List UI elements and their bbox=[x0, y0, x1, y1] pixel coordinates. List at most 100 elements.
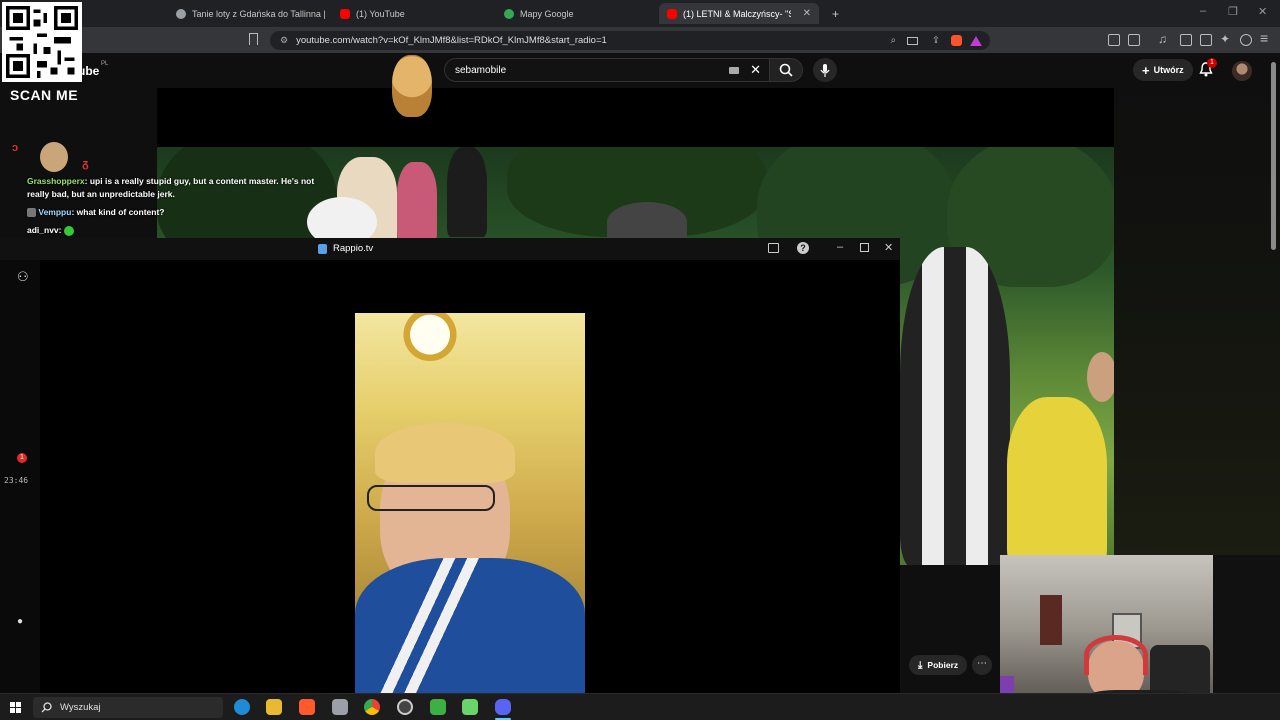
tracksuit bbox=[355, 558, 585, 693]
game-launcher-icon[interactable] bbox=[430, 699, 446, 715]
microphone-icon bbox=[820, 63, 830, 77]
bookmark-icon[interactable] bbox=[249, 33, 258, 45]
edge-browser-icon[interactable] bbox=[234, 699, 250, 715]
new-tab-button[interactable]: + bbox=[824, 3, 844, 24]
music-icon[interactable]: ♫ bbox=[1158, 32, 1167, 46]
page-scrollbar[interactable] bbox=[1271, 62, 1276, 250]
recommendations-panel bbox=[1114, 88, 1280, 558]
screenshot-icon[interactable] bbox=[1128, 34, 1140, 46]
add-user-icon[interactable]: ⚇ bbox=[17, 269, 29, 285]
extensions-icon[interactable] bbox=[1108, 34, 1120, 46]
glasses bbox=[367, 485, 495, 511]
minimize-icon[interactable]: – bbox=[1200, 5, 1206, 17]
tab-active-video[interactable]: (1) LETNI & Malczyńscy- "SEBAM ✕ bbox=[659, 3, 819, 24]
help-icon[interactable]: ? bbox=[797, 242, 809, 254]
chat-message: Grasshopperx: upi is a really stupid guy… bbox=[27, 176, 315, 199]
youtube-icon bbox=[340, 8, 350, 19]
tab-google-maps[interactable]: Mapy Google bbox=[496, 3, 656, 24]
qr-code bbox=[2, 2, 82, 82]
tab-label: Tanie loty z Gdańska do Tallinna | Wi bbox=[192, 8, 328, 19]
file-explorer-icon[interactable] bbox=[266, 699, 282, 715]
youtube-icon bbox=[667, 8, 677, 19]
scene-cap bbox=[607, 202, 687, 242]
windows-start-icon[interactable] bbox=[10, 702, 21, 713]
overlay-fragment bbox=[1000, 676, 1014, 693]
site-settings-icon[interactable]: ⚙ bbox=[280, 35, 288, 46]
sidebar-icon[interactable] bbox=[1180, 34, 1192, 46]
rappio-window-titlebar[interactable]: Rappio.tv ? – ✕ bbox=[0, 238, 900, 260]
share-icon[interactable]: ⇪ bbox=[932, 35, 940, 46]
terminal-icon[interactable] bbox=[332, 699, 348, 715]
emote-glyph: ↄ bbox=[12, 142, 19, 154]
chrome-icon[interactable] bbox=[364, 699, 380, 715]
user-badge-icon bbox=[27, 208, 36, 218]
leo-ai-icon[interactable]: ✦ bbox=[1220, 32, 1230, 46]
brave-rewards-icon[interactable] bbox=[970, 35, 982, 46]
minimize-icon[interactable]: – bbox=[837, 241, 843, 253]
discord-icon[interactable] bbox=[495, 699, 511, 715]
address-bar[interactable]: ⚙ youtube.com/watch?v=kOf_KlmJMf8&list=R… bbox=[270, 31, 990, 50]
region-code: PL bbox=[101, 61, 109, 67]
cast-icon[interactable] bbox=[907, 36, 918, 45]
search-button[interactable] bbox=[769, 58, 803, 82]
scan-me-label: SCAN ME bbox=[10, 87, 79, 103]
search-icon bbox=[41, 702, 52, 713]
wall-poster bbox=[1040, 595, 1062, 645]
keyboard-icon[interactable] bbox=[729, 67, 739, 74]
brave-browser-icon[interactable] bbox=[299, 699, 315, 715]
streamlabs-icon[interactable] bbox=[462, 699, 478, 715]
obs-studio-icon[interactable] bbox=[397, 699, 413, 715]
notification-count-badge: 1 bbox=[1207, 58, 1217, 68]
hamster-sticker bbox=[392, 55, 432, 117]
rappio-sidebar: ⚇ 1 23:46 ● bbox=[0, 260, 40, 693]
restore-icon[interactable]: ❐ bbox=[1228, 5, 1238, 18]
taskbar-search-box[interactable]: Wyszukaj bbox=[33, 697, 223, 718]
vpn-icon[interactable] bbox=[1240, 34, 1252, 46]
search-input[interactable]: sebamobile ✕ bbox=[444, 58, 770, 82]
scene-person-yellow bbox=[1007, 397, 1107, 565]
chat-username: Vemppu bbox=[38, 207, 72, 217]
close-window-icon[interactable]: ✕ bbox=[884, 241, 893, 254]
more-actions-button[interactable]: ⋯ bbox=[972, 655, 992, 675]
qr-code-graphic bbox=[6, 6, 78, 78]
clear-search-icon[interactable]: ✕ bbox=[750, 62, 761, 78]
search-icon bbox=[779, 63, 793, 77]
download-icon: ⤓ bbox=[918, 659, 923, 671]
account-avatar[interactable] bbox=[1232, 61, 1252, 81]
create-button[interactable]: + Utwórz bbox=[1133, 59, 1193, 81]
ceiling-lamp bbox=[395, 313, 465, 361]
globe-icon bbox=[176, 8, 186, 19]
scene-face bbox=[1087, 352, 1114, 402]
clock-timestamp: 23:46 bbox=[4, 476, 29, 485]
menu-icon[interactable]: ≡ bbox=[1260, 30, 1268, 46]
zoom-icon[interactable]: ⌕ bbox=[891, 35, 896, 46]
scene-person-tracksuit bbox=[900, 247, 1010, 565]
maximize-icon[interactable] bbox=[860, 243, 869, 252]
map-pin-icon bbox=[504, 8, 514, 19]
download-label: Pobierz bbox=[927, 660, 959, 670]
picture-in-picture-icon[interactable] bbox=[768, 243, 779, 253]
plus-icon: + bbox=[1142, 62, 1150, 78]
close-window-icon[interactable]: ✕ bbox=[1258, 5, 1267, 18]
cat-emote bbox=[40, 142, 68, 172]
rappio-app-icon bbox=[318, 244, 327, 254]
download-button[interactable]: ⤓ Pobierz bbox=[909, 655, 968, 675]
close-tab-icon[interactable]: ✕ bbox=[803, 8, 811, 19]
voice-search-button[interactable] bbox=[813, 58, 837, 82]
chat-message: Vemppu: what kind of content? bbox=[27, 206, 317, 219]
emoji-icon bbox=[63, 225, 74, 236]
brave-shield-icon[interactable] bbox=[951, 35, 962, 46]
browser-toolbar: ⚙ youtube.com/watch?v=kOf_KlmJMf8&list=R… bbox=[0, 27, 1280, 53]
tab-youtube[interactable]: (1) YouTube bbox=[332, 3, 492, 24]
scene-person bbox=[397, 162, 437, 242]
hair bbox=[375, 423, 515, 483]
tab-flights[interactable]: Tanie loty z Gdańska do Tallinna | Wi bbox=[168, 3, 328, 24]
browser-tab-strip: Tanie loty z Gdańska do Tallinna | Wi (1… bbox=[0, 0, 1280, 27]
wallet-icon[interactable] bbox=[1200, 34, 1212, 46]
headphones bbox=[1084, 635, 1148, 675]
chat-bubble-icon[interactable]: ● bbox=[17, 616, 23, 627]
create-label: Utwórz bbox=[1153, 65, 1184, 75]
emote-glyph: ᵹ bbox=[82, 158, 89, 170]
chat-text: what kind of content? bbox=[76, 207, 165, 217]
stream-chat: Grasshopperx: upi is a really stupid guy… bbox=[27, 175, 317, 242]
